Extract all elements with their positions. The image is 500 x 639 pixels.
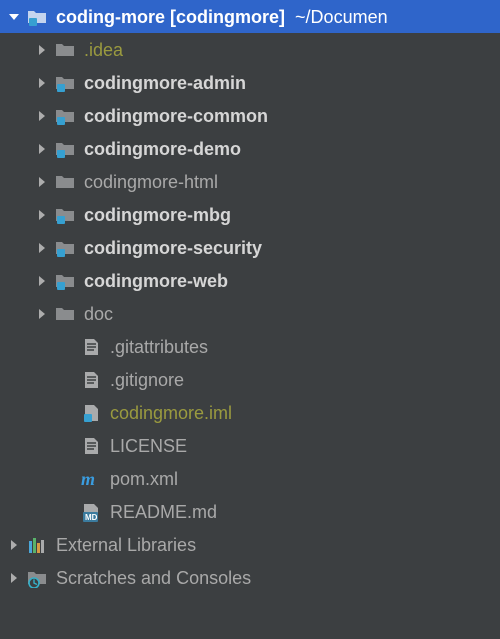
module-icon [54,106,76,126]
tree-item-label: codingmore-admin [84,74,246,92]
tree-item[interactable]: External Libraries [0,528,500,561]
module-icon [54,73,76,93]
chevron-right-icon[interactable] [34,275,50,287]
chevron-right-icon[interactable] [34,44,50,56]
module-icon [54,238,76,258]
tree-item-label: Scratches and Consoles [56,569,251,587]
tree-item[interactable]: pom.xml [0,462,500,495]
tree-item[interactable]: codingmore-admin [0,66,500,99]
file-text-icon [80,370,102,390]
chevron-right-icon[interactable] [34,110,50,122]
tree-item-label: LICENSE [110,437,187,455]
tree-item-label: pom.xml [110,470,178,488]
module-icon [54,139,76,159]
root-path: ~/Documen [295,8,388,26]
root-row[interactable]: coding-more [codingmore] ~/Documen [0,0,500,33]
tree-item-label: .gitignore [110,371,184,389]
file-pom-icon [80,469,102,489]
folder-icon [54,40,76,60]
scratches-icon [26,568,48,588]
tree-item-label: codingmore-security [84,239,262,257]
root-name: coding-more [56,8,165,26]
tree-item[interactable]: codingmore-common [0,99,500,132]
tree-item-label: codingmore-html [84,173,218,191]
libs-icon [26,535,48,555]
file-text-icon [80,337,102,357]
tree-item-label: doc [84,305,113,323]
tree-item[interactable]: codingmore-security [0,231,500,264]
tree-item-label: codingmore-web [84,272,228,290]
module-icon [54,271,76,291]
chevron-right-icon[interactable] [34,176,50,188]
tree-item[interactable]: doc [0,297,500,330]
root-bracket: [codingmore] [170,8,285,26]
tree-item-label: codingmore-demo [84,140,241,158]
folder-icon [54,172,76,192]
module-icon [54,205,76,225]
tree-item[interactable]: codingmore.iml [0,396,500,429]
tree-item[interactable]: codingmore-mbg [0,198,500,231]
chevron-right-icon[interactable] [34,77,50,89]
chevron-right-icon[interactable] [34,209,50,221]
tree-item-label: codingmore-mbg [84,206,231,224]
chevron-right-icon[interactable] [34,242,50,254]
tree-item-label: codingmore-common [84,107,268,125]
tree-item-label: codingmore.iml [110,404,232,422]
tree-item[interactable]: .gitignore [0,363,500,396]
tree-item-label: .idea [84,41,123,59]
tree-item[interactable]: Scratches and Consoles [0,561,500,594]
chevron-right-icon[interactable] [6,539,22,551]
tree-item[interactable]: .idea [0,33,500,66]
tree-item[interactable]: README.md [0,495,500,528]
tree-item[interactable]: codingmore-web [0,264,500,297]
chevron-right-icon[interactable] [34,143,50,155]
module-folder-icon [26,7,48,27]
file-md-icon [80,502,102,522]
tree-item[interactable]: codingmore-html [0,165,500,198]
tree-item-label: .gitattributes [110,338,208,356]
project-tree: coding-more [codingmore] ~/Documen .idea… [0,0,500,594]
tree-item-label: External Libraries [56,536,196,554]
file-iml-icon [80,403,102,423]
tree-item[interactable]: LICENSE [0,429,500,462]
chevron-down-icon[interactable] [6,11,22,23]
root-spacer2 [285,8,295,26]
tree-item[interactable]: .gitattributes [0,330,500,363]
tree-item-label: README.md [110,503,217,521]
folder-icon [54,304,76,324]
file-text-icon [80,436,102,456]
chevron-right-icon[interactable] [6,572,22,584]
chevron-right-icon[interactable] [34,308,50,320]
tree-item[interactable]: codingmore-demo [0,132,500,165]
